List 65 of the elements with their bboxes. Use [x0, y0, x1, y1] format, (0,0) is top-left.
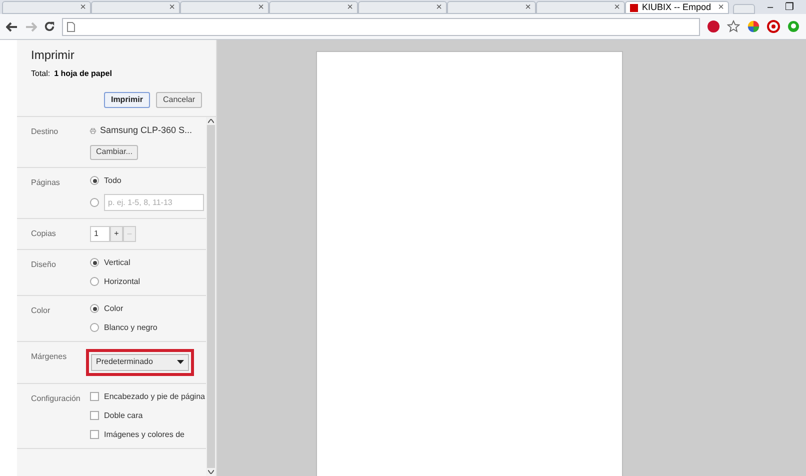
dialog-title: Imprimir [31, 47, 76, 64]
radio-button[interactable] [90, 176, 99, 185]
browser-tab[interactable]: × [2, 1, 91, 14]
extension-icon[interactable] [787, 20, 800, 33]
cancel-button[interactable]: Cancelar [156, 92, 202, 108]
radio-button[interactable] [90, 323, 99, 332]
total-value: 1 hoja de papel [54, 68, 112, 80]
option-label: Todo [104, 174, 122, 186]
setting-label: Destino [31, 126, 60, 138]
printer-name: Samsung CLP-360 S... [100, 124, 192, 137]
browser-tab[interactable]: × [447, 1, 536, 14]
browser-tab[interactable]: × [358, 1, 447, 14]
extension-icon[interactable] [707, 20, 720, 33]
browser-tab[interactable]: × [269, 1, 358, 14]
star-icon[interactable] [727, 20, 740, 33]
checkbox[interactable] [90, 392, 99, 401]
change-button[interactable]: Cambiar... [90, 144, 138, 160]
setting-label: Páginas [31, 176, 61, 189]
back-icon[interactable] [6, 22, 18, 32]
close-icon[interactable]: × [614, 2, 620, 12]
favicon-icon [630, 4, 638, 12]
close-icon[interactable]: × [525, 2, 531, 12]
close-icon[interactable]: × [80, 2, 86, 12]
close-icon[interactable]: × [258, 2, 264, 12]
close-icon[interactable]: × [169, 2, 175, 12]
checkbox[interactable] [90, 411, 99, 420]
copies-field[interactable]: 1 [90, 226, 110, 242]
radio-button[interactable] [90, 304, 99, 313]
close-icon[interactable]: × [347, 2, 353, 12]
increment-button[interactable]: + [110, 226, 123, 242]
page-icon [67, 22, 75, 32]
option-label: Vertical [104, 256, 130, 268]
setting-label: Copias [31, 228, 57, 240]
total-label: Total: [31, 68, 50, 80]
color-wheel-icon[interactable] [747, 20, 760, 33]
option-label: Color [104, 302, 124, 314]
reload-icon[interactable] [44, 21, 55, 32]
caret-icon [177, 360, 184, 364]
page-range-field[interactable]: p. ej. 1-5, 8, 11-13 [104, 194, 204, 210]
option-label: Blanco y negro [104, 322, 158, 334]
close-icon[interactable]: × [718, 2, 724, 12]
option-label: Doble cara [104, 410, 143, 422]
option-label: Horizontal [104, 276, 140, 288]
window-control-button[interactable]: – [767, 0, 773, 15]
setting-label: Configuración [31, 392, 82, 405]
option-label: Imágenes y colores de [104, 428, 184, 440]
scrollbar[interactable] [206, 117, 216, 476]
radio-button[interactable] [90, 258, 99, 267]
window-control-button[interactable]: ❐ [785, 0, 794, 15]
browser-tab[interactable]: × [91, 1, 180, 14]
browser-tab[interactable]: × [180, 1, 269, 14]
print-button[interactable]: Imprimir [104, 92, 150, 108]
checkbox[interactable] [90, 430, 99, 439]
extension-icon[interactable] [767, 20, 780, 33]
option-label: Encabezado y pie de página [104, 390, 205, 402]
radio-button[interactable] [90, 198, 99, 206]
margins-dropdown[interactable]: Predeterminado [91, 354, 189, 370]
close-icon[interactable]: × [436, 2, 442, 12]
tab-title: KIUBIX -- Empod [642, 0, 712, 14]
setting-label: Color [31, 304, 52, 316]
setting-label: Diseño [31, 258, 57, 270]
browser-tab[interactable]: × [536, 1, 625, 14]
radio-button[interactable] [90, 277, 99, 286]
setting-label: Márgenes [31, 350, 68, 363]
browser-tab[interactable]: KIUBIX -- Empod × [625, 1, 729, 14]
